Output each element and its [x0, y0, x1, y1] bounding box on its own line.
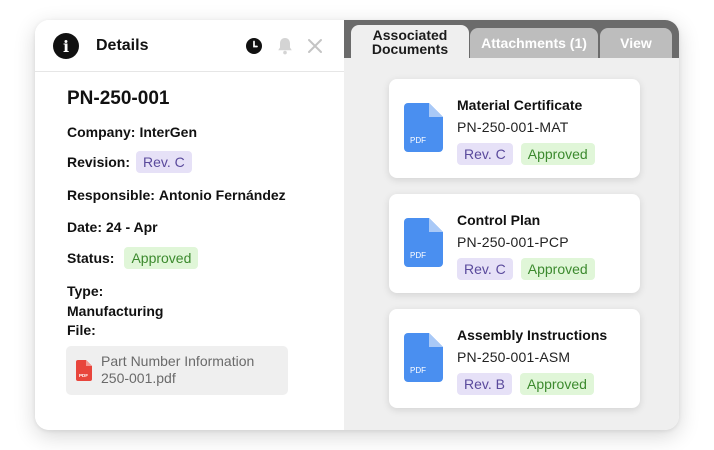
status-badge: Approved	[519, 373, 594, 395]
bell-icon[interactable]	[276, 37, 294, 55]
status-field: Status: Approved	[67, 247, 199, 269]
file-attachment[interactable]: PDF Part Number Information 250-001.pdf	[66, 346, 288, 395]
company-field: Company: InterGen	[67, 124, 197, 140]
company-value: InterGen	[139, 124, 198, 140]
document-badges: Rev. B Approved	[457, 373, 594, 395]
tab-associated-documents[interactable]: Associated Documents	[351, 25, 469, 58]
associated-panel: Associated Documents Attachments (1) Vie…	[344, 20, 679, 430]
pdf-icon-text: PDF	[410, 136, 426, 145]
document-code: PN-250-001-MAT	[457, 119, 569, 135]
pdf-icon-text: PDF	[410, 251, 426, 260]
pdf-file-icon: PDF	[76, 360, 92, 386]
date-field: Date: 24 - Apr	[67, 219, 158, 235]
status-badge: Approved	[520, 143, 595, 165]
responsible-field: Responsible: Antonio Fernández	[67, 187, 286, 203]
responsible-value: Antonio Fernández	[158, 187, 286, 203]
document-number: PN-250-001	[67, 88, 170, 109]
pdf-file-icon: PDF	[404, 218, 443, 272]
tab-bar: Associated Documents Attachments (1) Vie…	[344, 20, 679, 58]
document-title: Control Plan	[457, 212, 541, 228]
panel-title: Details	[96, 37, 149, 54]
file-label-row: File:	[67, 322, 96, 338]
details-window: i Details PN-250-001 Company: InterGen R…	[35, 20, 679, 430]
file-label: File:	[67, 322, 96, 338]
pdf-file-icon: PDF	[404, 333, 443, 387]
document-card[interactable]: PDF Assembly Instructions PN-250-001-ASM…	[389, 309, 640, 408]
status-label: Status:	[67, 250, 115, 266]
document-code: PN-250-001-ASM	[457, 349, 571, 365]
date-label: Date:	[67, 219, 103, 235]
type-label-row: Type:	[67, 283, 103, 299]
document-badges: Rev. C Approved	[457, 258, 595, 280]
info-icon: i	[53, 33, 79, 59]
pdf-icon-text: PDF	[410, 366, 426, 375]
revision-label: Revision:	[67, 154, 131, 170]
tab-view[interactable]: View	[600, 28, 672, 58]
tab-associated-line1: Associated	[372, 26, 448, 43]
document-badges: Rev. C Approved	[457, 143, 595, 165]
details-panel: i Details PN-250-001 Company: InterGen R…	[35, 20, 344, 430]
type-value-row: Manufacturing	[67, 303, 163, 319]
company-label: Company:	[67, 124, 136, 140]
tab-associated-line2: Documents	[371, 40, 449, 57]
status-badge: Approved	[124, 247, 199, 269]
date-value: 24 - Apr	[106, 219, 158, 235]
document-card[interactable]: PDF Control Plan PN-250-001-PCP Rev. C A…	[389, 194, 640, 293]
file-name-line1: Part Number Information	[101, 353, 255, 369]
tab-attachments[interactable]: Attachments (1)	[470, 28, 598, 58]
revision-badge: Rev. C	[457, 258, 513, 280]
clock-icon[interactable]	[245, 37, 263, 55]
revision-field: Revision: Rev. C	[67, 151, 192, 173]
revision-badge: Rev. C	[136, 151, 192, 173]
details-header: i Details	[35, 20, 344, 72]
document-title: Assembly Instructions	[457, 327, 608, 343]
pdf-file-icon: PDF	[404, 103, 443, 157]
revision-badge: Rev. C	[457, 143, 513, 165]
document-code: PN-250-001-PCP	[457, 234, 569, 250]
status-badge: Approved	[520, 258, 595, 280]
file-name-line2: 250-001.pdf	[101, 370, 176, 386]
file-name: Part Number Information 250-001.pdf	[101, 353, 281, 387]
type-value: Manufacturing	[67, 303, 164, 319]
close-icon[interactable]	[306, 37, 324, 55]
pdf-icon-text: PDF	[79, 373, 88, 378]
document-title: Material Certificate	[457, 97, 583, 113]
type-label: Type:	[67, 283, 104, 299]
revision-badge: Rev. B	[457, 373, 512, 395]
document-card[interactable]: PDF Material Certificate PN-250-001-MAT …	[389, 79, 640, 178]
responsible-label: Responsible:	[67, 187, 155, 203]
